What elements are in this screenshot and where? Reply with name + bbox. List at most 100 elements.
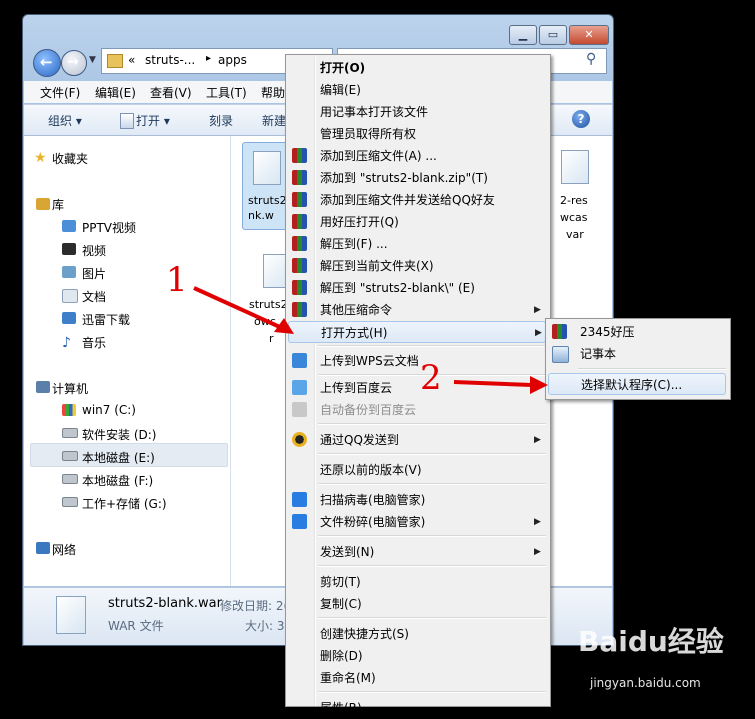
winrar-icon [292,192,307,207]
nav-videos[interactable]: 视频 [82,242,106,259]
menu-item-qq-send[interactable]: 通过QQ发送到 ▶ [286,429,548,451]
nav-pictures[interactable]: 图片 [82,265,106,282]
menu-view[interactable]: 查看(V) [150,84,192,101]
nav-drive-f[interactable]: 本地磁盘 (F:) [82,472,153,489]
library-icon [36,198,50,210]
nav-thunder-downloads[interactable]: 迅雷下载 [82,311,130,328]
menu-item-extract-folder[interactable]: 解压到 "struts2-blank\" (E) [286,277,548,299]
forward-button[interactable]: → [61,50,87,76]
documents-icon [62,289,78,303]
file-name-line: wcas [560,211,588,224]
organize-button[interactable]: 组织 ▾ [48,112,82,129]
war-file-icon [561,150,589,184]
menu-item-restore-versions[interactable]: 还原以前的版本(V) [286,459,548,481]
menu-item-copy[interactable]: 复制(C) [286,593,548,615]
drive-icon [62,474,78,484]
menu-item-scan-virus[interactable]: 扫描病毒(电脑管家) [286,489,548,511]
back-button[interactable]: ← [33,49,61,77]
submenu-item-notepad[interactable]: 记事本 [546,343,728,365]
menu-tools[interactable]: 工具(T) [206,84,247,101]
winrar-icon [292,148,307,163]
pc-manager-icon [292,514,307,529]
drive-icon [62,451,78,461]
navigation-pane: ★ 收藏夹 库 PPTV视频 视频 图片 文档 迅雷下载 ♪ 音乐 计算机 wi… [24,136,231,586]
file-item-selected[interactable]: struts2 nk.w [242,142,290,230]
qq-icon [292,432,307,447]
menu-item-open[interactable]: 打开(O) [286,57,548,79]
menu-item-open-with[interactable]: 打开方式(H) ▶ [288,321,546,343]
breadcrumb-arrow[interactable]: ▸ [206,53,211,64]
menu-edit[interactable]: 编辑(E) [95,84,136,101]
submenu-arrow-icon: ▶ [534,517,541,527]
nav-documents[interactable]: 文档 [82,288,106,305]
open-button[interactable]: 打开 ▾ [136,112,170,129]
search-icon[interactable]: ⚲ [586,51,596,67]
submenu-arrow-icon: ▶ [534,547,541,557]
close-button[interactable]: ✕ [569,25,609,45]
nav-drive-g[interactable]: 工作+存储 (G:) [82,495,167,512]
menu-item-wps-upload[interactable]: 上传到WPS云文档 [286,350,548,372]
baidu-watermark-logo: Baidu经验 [578,625,724,658]
nav-drive-c[interactable]: win7 (C:) [82,403,136,417]
winrar-icon [292,214,307,229]
burn-button[interactable]: 刻录 [209,112,233,129]
menu-item-extract-to[interactable]: 解压到(F) ... [286,233,548,255]
breadcrumb-chevron[interactable]: « [128,53,135,67]
menu-item-open-notepad[interactable]: 用记事本打开该文件 [286,101,548,123]
menu-item-shred[interactable]: 文件粉碎(电脑管家) ▶ [286,511,548,533]
nav-network[interactable]: 网络 [52,541,76,558]
new-folder-button[interactable]: 新建 [262,112,286,129]
help-icon[interactable]: ? [572,110,590,128]
breadcrumb-parent[interactable]: struts-... [145,53,195,67]
windows-drive-icon [62,404,76,416]
baidu-watermark-url: jingyan.baidu.com [590,676,701,690]
menu-item-create-shortcut[interactable]: 创建快捷方式(S) [286,623,548,645]
menu-item-rename[interactable]: 重命名(M) [286,667,548,689]
nav-pptv[interactable]: PPTV视频 [82,219,136,236]
menu-item-add-and-send-qq[interactable]: 添加到压缩文件并发送给QQ好友 [286,189,548,211]
menu-item-extract-here[interactable]: 解压到当前文件夹(X) [286,255,548,277]
file-name-line: 2-res [560,194,588,207]
details-file-name: struts2-blank.war [108,596,222,611]
menu-item-add-archive[interactable]: 添加到压缩文件(A) ... [286,145,548,167]
file-item[interactable]: 2-res wcas var [551,142,611,252]
menu-item-edit[interactable]: 编辑(E) [286,79,548,101]
submenu-arrow-icon: ▶ [534,435,541,445]
breadcrumb-current[interactable]: apps [218,53,247,67]
drive-icon [62,497,78,507]
submenu-item-choose-default[interactable]: 选择默认程序(C)... [548,373,726,395]
arrow-right-icon: → [67,54,79,70]
haozip-icon [552,324,567,339]
menu-help[interactable]: 帮助 [261,84,285,101]
minimize-button[interactable]: ▁ [509,25,537,45]
submenu-item-2345haozip[interactable]: 2345好压 [546,321,728,343]
nav-drive-e[interactable]: 本地磁盘 (E:) [82,449,155,466]
menu-item-cut[interactable]: 剪切(T) [286,571,548,593]
war-file-icon [56,596,86,634]
menu-item-send-to[interactable]: 发送到(N) ▶ [286,541,548,563]
pictures-icon [62,266,76,278]
menu-item-delete[interactable]: 删除(D) [286,645,548,667]
nav-computer[interactable]: 计算机 [52,380,88,397]
winrar-icon [292,170,307,185]
annotation-number-2: 2 [420,358,442,398]
arrow-left-icon: ← [40,53,53,71]
nav-libraries[interactable]: 库 [52,196,64,213]
drive-icon [62,428,78,438]
nav-drive-d[interactable]: 软件安装 (D:) [82,426,156,443]
menu-item-add-zip[interactable]: 添加到 "struts2-blank.zip"(T) [286,167,548,189]
menu-item-properties[interactable]: 属性(R) [286,697,548,719]
menu-item-take-ownership[interactable]: 管理员取得所有权 [286,123,548,145]
menu-item-open-haozip[interactable]: 用好压打开(Q) [286,211,548,233]
folder-icon [107,54,123,68]
annotation-number-1: 1 [166,260,188,300]
maximize-button[interactable]: ▭ [539,25,567,45]
nav-favorites[interactable]: 收藏夹 [52,150,88,167]
notepad-icon [552,346,569,363]
menu-file[interactable]: 文件(F) [40,84,80,101]
recent-pages-dropdown-icon[interactable]: ▼ [89,55,96,65]
thunder-download-icon [62,312,76,324]
menu-item-other-compress[interactable]: 其他压缩命令 ▶ [286,299,548,321]
nav-music[interactable]: 音乐 [82,334,106,351]
baidu-cloud-icon [292,402,307,417]
